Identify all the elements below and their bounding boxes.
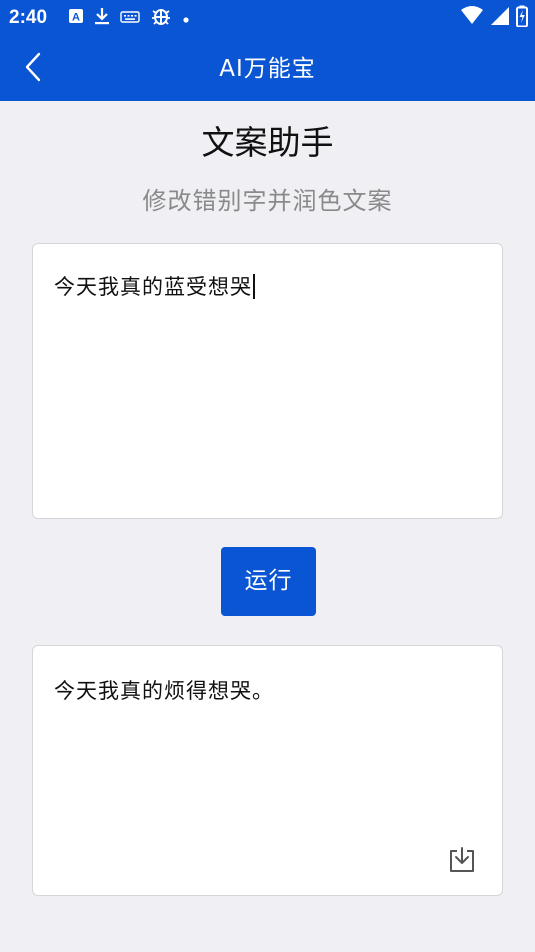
text-caret (253, 274, 255, 299)
save-output-button[interactable] (445, 845, 479, 879)
a-letter-icon: A (68, 8, 84, 28)
input-text-line: 今天我真的蓝受想哭 (54, 272, 255, 302)
status-icons-right (460, 5, 528, 31)
keyboard-icon (120, 9, 140, 28)
wifi-icon (460, 6, 484, 30)
status-bar: 2:40 A (0, 0, 535, 36)
input-textarea[interactable]: 今天我真的蓝受想哭 (32, 243, 503, 519)
app-title: AI万能宝 (219, 56, 316, 82)
output-panel: 今天我真的烦得想哭。 (32, 645, 503, 896)
dot-icon (182, 9, 190, 28)
page-title: 文案助手 (201, 123, 334, 162)
battery-charging-icon (516, 5, 528, 31)
page-subtitle: 修改错别字并润色文案 (142, 187, 393, 215)
bug-icon (150, 5, 172, 31)
status-icons-left: A (68, 6, 190, 30)
signal-icon (490, 6, 510, 30)
output-text: 今天我真的烦得想哭。 (54, 679, 274, 703)
status-time: 2:40 (9, 7, 48, 28)
svg-text:A: A (72, 12, 80, 24)
download-tray-icon (447, 846, 477, 878)
run-button[interactable]: 运行 (221, 547, 316, 616)
app-bar: AI万能宝 (0, 36, 535, 101)
download-icon (94, 6, 110, 30)
input-text: 今天我真的蓝受想哭 (54, 275, 252, 299)
